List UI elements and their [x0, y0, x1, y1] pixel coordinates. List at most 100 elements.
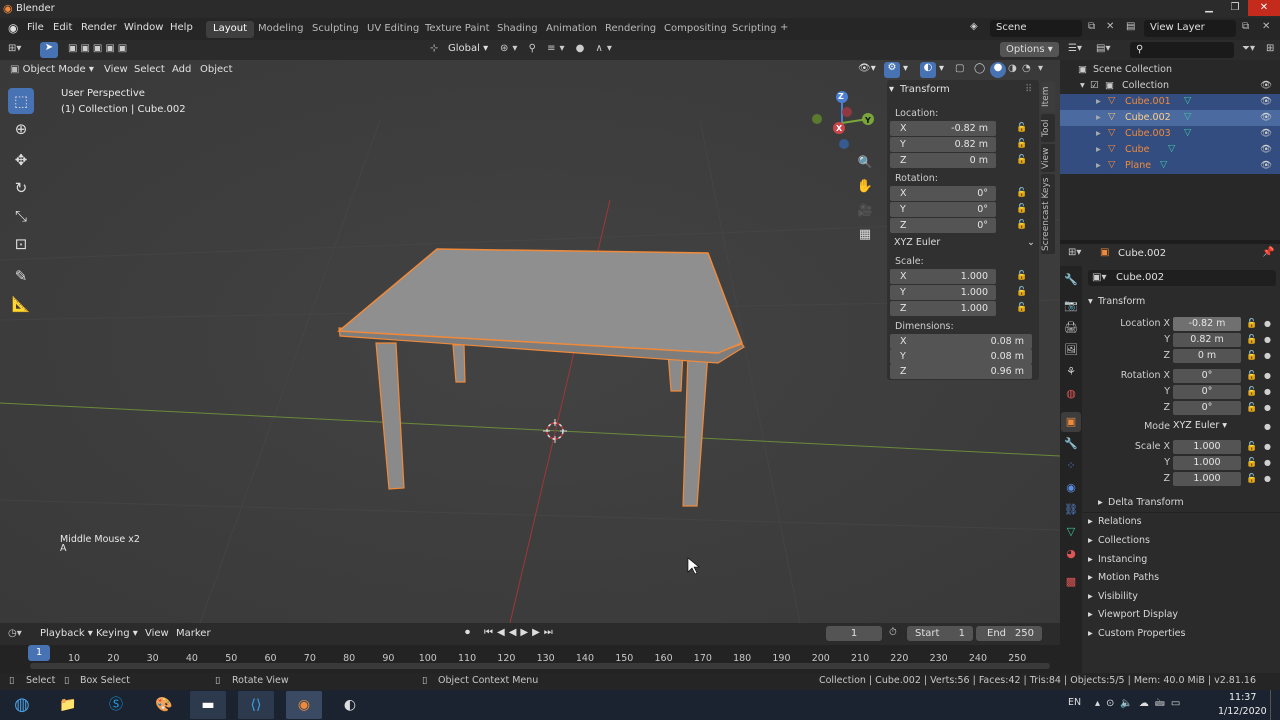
measure-tool-icon[interactable]: 📐: [8, 291, 34, 317]
lock-icon[interactable]: 🔓: [1246, 351, 1257, 361]
annotate-tool-icon[interactable]: ✎: [8, 263, 34, 289]
record-icon[interactable]: ⏺: [465, 627, 470, 638]
outliner-editor-icon[interactable]: ☰▾: [1068, 43, 1082, 54]
menu-render[interactable]: Render: [81, 22, 117, 33]
timeline-editor-icon[interactable]: ◷▾: [8, 628, 22, 639]
selection-mode-icons[interactable]: ▣▣▣▣▣: [68, 43, 130, 54]
custom-properties-section[interactable]: Custom Properties: [1098, 628, 1185, 639]
close-button[interactable]: ✕: [1248, 0, 1280, 16]
eye-icon[interactable]: 👁: [1260, 160, 1272, 171]
overlay-toggle-icon[interactable]: ◐: [920, 62, 936, 78]
lock-icon[interactable]: 🔓: [1016, 204, 1027, 214]
view-layer-selector[interactable]: View Layer: [1144, 20, 1236, 37]
sidebar-tab-screencast-keys[interactable]: Screencast Keys: [1041, 174, 1055, 254]
timeline-menu-playback[interactable]: Playback ▾: [40, 628, 93, 639]
keyframe-dot-icon[interactable]: ●: [1264, 474, 1271, 483]
rotation-mode-select[interactable]: XYZ Euler ▾: [1173, 420, 1243, 434]
editor-type-icon[interactable]: ⊞▾: [8, 43, 21, 54]
prop-rotation-y-field[interactable]: 0°: [1173, 385, 1241, 399]
terminal-icon[interactable]: ▬: [190, 691, 226, 719]
rotation-x-field[interactable]: X 0°: [890, 186, 996, 201]
output-tab-icon[interactable]: 🖨: [1061, 318, 1081, 338]
menu-window[interactable]: Window: [124, 22, 163, 33]
pan-hand-icon[interactable]: ✋: [855, 179, 875, 199]
object-name-field[interactable]: ▣▾ Cube.002: [1088, 270, 1276, 286]
remove-scene-icon[interactable]: ✕: [1106, 21, 1114, 32]
lock-icon[interactable]: 🔓: [1246, 442, 1257, 452]
keyframe-dot-icon[interactable]: ●: [1264, 458, 1271, 467]
rotation-mode-dropdown[interactable]: XYZ Euler ⌄: [890, 236, 1037, 250]
timeline-menu-keying[interactable]: Keying ▾: [96, 628, 138, 639]
tab-animation[interactable]: Animation: [539, 21, 604, 38]
cursor-tool-icon[interactable]: ⊕: [8, 116, 34, 142]
rotation-z-field[interactable]: Z 0°: [890, 218, 996, 233]
dimensions-x-field[interactable]: X 0.08 m: [890, 334, 1032, 349]
minimize-button[interactable]: ▁: [1196, 0, 1222, 16]
viewport-display-section[interactable]: Viewport Display: [1098, 609, 1178, 620]
keyframe-dot-icon[interactable]: ●: [1264, 403, 1271, 412]
zoom-icon[interactable]: 🔍: [855, 155, 875, 175]
viewport-menu-add[interactable]: Add: [172, 64, 191, 75]
prop-scale-z-field[interactable]: 1.000: [1173, 472, 1241, 486]
display-mode-icon[interactable]: ▤▾: [1096, 43, 1110, 54]
tab-sculpting[interactable]: Sculpting: [305, 21, 366, 38]
scale-z-field[interactable]: Z 1.000: [890, 301, 996, 316]
world-tab-icon[interactable]: ◍: [1061, 384, 1081, 404]
location-z-field[interactable]: Z 0 m: [890, 153, 996, 168]
keyframe-dot-icon[interactable]: ●: [1264, 351, 1271, 360]
keyframe-dot-icon[interactable]: ●: [1264, 442, 1271, 451]
outliner-collection[interactable]: ▾ ☑ ▣ Collection 👁: [1060, 78, 1280, 94]
new-scene-icon[interactable]: ⧉: [1088, 21, 1095, 32]
expand-arrow-icon[interactable]: ▾: [1080, 80, 1085, 91]
rotate-tool-icon[interactable]: ↻: [8, 175, 34, 201]
viewport-menu-select[interactable]: Select: [134, 64, 165, 75]
section-arrow-icon[interactable]: ▸: [1088, 535, 1093, 546]
end-frame-field[interactable]: End 250: [976, 626, 1042, 641]
transform-section-arrow-icon[interactable]: ▾: [1088, 296, 1093, 307]
tab-compositing[interactable]: Compositing: [657, 21, 734, 38]
outliner-item[interactable]: ▸ ▽ Cube.001 ▽ 👁: [1060, 94, 1280, 110]
clock-icon[interactable]: ⏱: [889, 627, 897, 638]
add-workspace-button[interactable]: +: [780, 22, 788, 33]
lock-icon[interactable]: 🔓: [1246, 387, 1257, 397]
lock-icon[interactable]: 🔓: [1016, 220, 1027, 230]
start-frame-field[interactable]: Start 1: [907, 626, 973, 641]
expand-arrow-icon[interactable]: ▸: [1096, 160, 1101, 171]
outliner-item[interactable]: ▸ ▽ Cube.003 ▽ 👁: [1060, 126, 1280, 142]
keyframe-dot-icon[interactable]: ●: [1264, 319, 1271, 328]
paint-icon[interactable]: 🎨: [146, 691, 182, 719]
pin-icon[interactable]: 📌: [1262, 247, 1274, 258]
lock-icon[interactable]: 🔓: [1016, 155, 1027, 165]
select-tool-icon[interactable]: ➤: [40, 42, 58, 58]
expand-arrow-icon[interactable]: ▸: [1096, 128, 1101, 139]
sidebar-tab-item[interactable]: Item: [1041, 82, 1055, 112]
blender-menu-icon[interactable]: ◉: [8, 21, 18, 35]
prop-rotation-z-field[interactable]: 0°: [1173, 401, 1241, 415]
system-tray-icons[interactable]: ▴⊙🔈☁🖮▭: [1095, 696, 1186, 713]
scale-tool-icon[interactable]: ⤡: [8, 203, 34, 229]
lock-icon[interactable]: 🔓: [1246, 458, 1257, 468]
clock-date[interactable]: 1/12/2020: [1218, 706, 1267, 717]
prop-location-x-field[interactable]: -0.82 m: [1173, 317, 1241, 331]
data-tab-icon[interactable]: ▽: [1061, 522, 1081, 542]
blender-taskbar-icon[interactable]: ◉: [286, 691, 322, 719]
current-frame-field[interactable]: 1: [826, 626, 882, 641]
new-collection-icon[interactable]: ⊞: [1266, 43, 1274, 54]
dimensions-z-field[interactable]: Z 0.96 m: [890, 364, 1032, 379]
sidebar-tab-tool[interactable]: Tool: [1041, 114, 1055, 142]
material-tab-icon[interactable]: ◕: [1061, 544, 1081, 564]
lock-icon[interactable]: 🔓: [1016, 287, 1027, 297]
eye-icon[interactable]: 👁: [1260, 144, 1272, 155]
physics-tab-icon[interactable]: ◉: [1061, 478, 1081, 498]
lock-icon[interactable]: 🔓: [1016, 123, 1027, 133]
file-explorer-icon[interactable]: 📁: [50, 691, 86, 719]
ortho-grid-icon[interactable]: ▦: [855, 227, 875, 247]
scene-tab-icon[interactable]: ⚘: [1061, 362, 1081, 382]
keyframe-dot-icon[interactable]: ●: [1264, 422, 1271, 431]
scale-x-field[interactable]: X 1.000: [890, 269, 996, 284]
vscode-icon[interactable]: ⟨⟩: [238, 691, 274, 719]
delta-transform-arrow-icon[interactable]: ▸: [1098, 497, 1103, 508]
lock-icon[interactable]: 🔓: [1016, 188, 1027, 198]
new-view-layer-icon[interactable]: ⧉: [1242, 21, 1249, 32]
section-arrow-icon[interactable]: ▸: [1088, 591, 1093, 602]
